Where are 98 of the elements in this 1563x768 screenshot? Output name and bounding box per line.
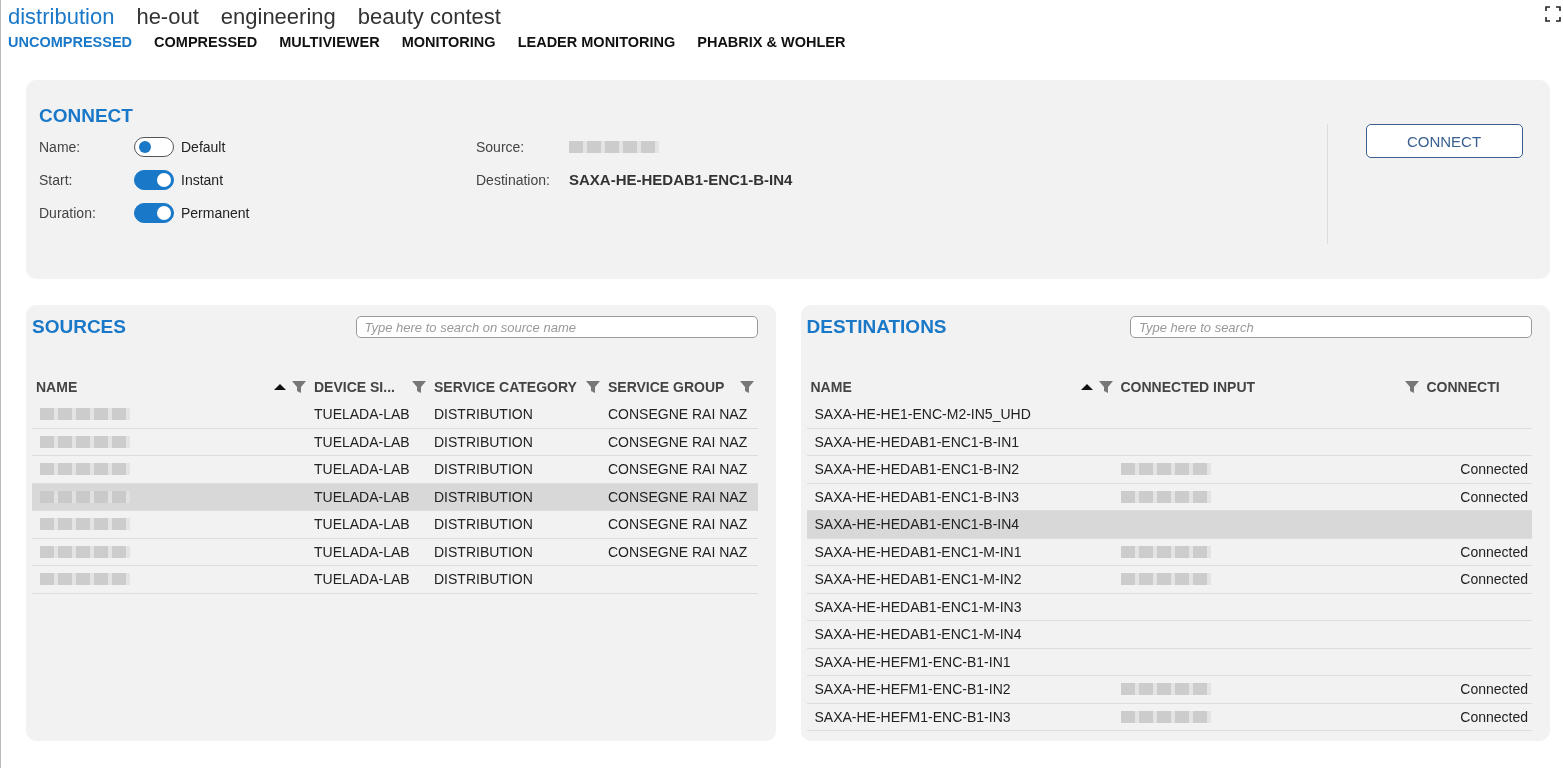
field-label: Name: xyxy=(39,138,82,155)
filter-icon[interactable] xyxy=(292,380,306,394)
section-title: DESTINATIONS xyxy=(806,316,947,338)
table-cell: CONSEGNE RAI NAZ xyxy=(608,461,748,478)
table-row[interactable]: SAXA-HE-HEDAB1-ENC1-B-IN4 xyxy=(806,511,1532,539)
fullscreen-icon[interactable] xyxy=(1545,6,1561,22)
toggle-label: Default xyxy=(181,138,226,155)
section-title: SOURCES xyxy=(32,316,126,338)
sub-tab[interactable]: PHABRIX & WOHLER xyxy=(697,34,846,50)
table-cell: Connected xyxy=(1460,571,1528,588)
table-cell: SAXA-HE-HEDAB1-ENC1-B-IN4 xyxy=(814,516,1020,533)
table-row[interactable]: SAXA-HE-HEFM1-ENC-B1-IN1 xyxy=(806,648,1532,676)
table-cell: SAXA-HE-HEDAB1-ENC1-B-IN3 xyxy=(814,488,1020,505)
filter-icon[interactable] xyxy=(412,380,426,394)
table-cell: SAXA-HE-HE1-ENC-M2-IN5_UHD xyxy=(814,406,1031,423)
filter-icon[interactable] xyxy=(1404,380,1419,394)
toggle-label: Instant xyxy=(181,171,224,188)
table-cell: TUELADA-LAB xyxy=(314,488,410,505)
filter-icon[interactable] xyxy=(586,380,600,394)
table-row[interactable]: SAXA-HE-HEDAB1-ENC1-M-IN4 xyxy=(806,621,1532,649)
table-cell: DISTRIBUTION xyxy=(434,406,533,423)
table-row[interactable]: TUELADA-LAB DISTRIBUTION CONSEGNE RAI NAZ xyxy=(32,428,758,456)
table-cell: DISTRIBUTION xyxy=(434,571,533,588)
table-row[interactable]: SAXA-HE-HEDAB1-ENC1-B-IN2 Connected xyxy=(806,456,1532,484)
table-cell: TUELADA-LAB xyxy=(314,461,410,478)
table-row[interactable]: TUELADA-LAB DISTRIBUTION xyxy=(32,566,758,594)
top-tab[interactable]: he-out xyxy=(136,4,199,30)
table-cell: TUELADA-LAB xyxy=(314,433,410,450)
column-header[interactable]: SERVICE GROUP xyxy=(608,379,725,395)
sub-tab[interactable]: LEADER MONITORING xyxy=(517,34,676,50)
table-row[interactable]: SAXA-HE-HEDAB1-ENC1-B-IN1 xyxy=(806,428,1532,456)
table-cell: SAXA-HE-HEDAB1-ENC1-M-IN3 xyxy=(814,598,1022,615)
sub-tab[interactable]: UNCOMPRESSED xyxy=(8,34,133,50)
table-cell: SAXA-HE-HEDAB1-ENC1-M-IN2 xyxy=(814,571,1022,588)
filter-icon[interactable] xyxy=(1098,380,1113,394)
column-header[interactable]: DEVICE SI... xyxy=(314,379,395,395)
search-field[interactable]: Type here to search on source name xyxy=(355,316,758,338)
table-cell: SAXA-HE-HEDAB1-ENC1-B-IN1 xyxy=(814,433,1020,450)
column-header[interactable]: NAME xyxy=(810,379,852,395)
field-label: Start: xyxy=(39,171,74,188)
column-header[interactable]: NAME xyxy=(36,379,78,395)
table-cell: Connected xyxy=(1460,681,1528,698)
table-row[interactable]: TUELADA-LAB DISTRIBUTION CONSEGNE RAI NAZ xyxy=(32,456,758,484)
table-row[interactable]: SAXA-HE-HEFM1-ENC-B1-IN3 Connected xyxy=(806,703,1532,731)
toggle-switch[interactable] xyxy=(134,136,174,157)
field-label: Source: xyxy=(476,138,526,155)
table-cell: CONSEGNE RAI NAZ xyxy=(608,543,748,560)
table-row[interactable]: SAXA-HE-HE1-ENC-M2-IN5_UHD xyxy=(806,401,1532,429)
search-field[interactable]: Type here to search xyxy=(1130,316,1532,338)
connect-button[interactable]: CONNECT xyxy=(1365,124,1523,158)
table-cell: SAXA-HE-HEDAB1-ENC1-M-IN4 xyxy=(814,626,1022,643)
table-cell: SAXA-HE-HEDAB1-ENC1-M-IN1 xyxy=(814,543,1022,560)
toggle-label: Permanent xyxy=(181,204,250,221)
table-cell: Connected xyxy=(1460,543,1528,560)
table-cell: TUELADA-LAB xyxy=(314,516,410,533)
table-cell: CONSEGNE RAI NAZ xyxy=(608,433,748,450)
top-tab[interactable]: engineering xyxy=(220,4,336,30)
column-header[interactable]: SERVICE CATEGORY xyxy=(434,379,577,395)
table-row[interactable]: TUELADA-LAB DISTRIBUTION CONSEGNE RAI NAZ xyxy=(32,511,758,539)
table-cell: TUELADA-LAB xyxy=(314,543,410,560)
destination-value: SAXA-HE-HEDAB1-ENC1-B-IN4 xyxy=(569,171,793,188)
table-cell: TUELADA-LAB xyxy=(314,571,410,588)
table-row[interactable]: SAXA-HE-HEFM1-ENC-B1-IN2 Connected xyxy=(806,676,1532,704)
table-cell: DISTRIBUTION xyxy=(434,516,533,533)
table-cell: SAXA-HE-HEFM1-ENC-B1-IN1 xyxy=(814,653,1011,670)
table-cell: SAXA-HE-HEFM1-ENC-B1-IN2 xyxy=(814,681,1011,698)
sub-tab[interactable]: MONITORING xyxy=(401,34,496,50)
table-cell: DISTRIBUTION xyxy=(434,433,533,450)
sub-tab[interactable]: MULTIVIEWER xyxy=(279,34,380,50)
field-label: Duration: xyxy=(39,204,97,221)
table-cell: CONSEGNE RAI NAZ xyxy=(608,516,748,533)
section-title: CONNECT xyxy=(39,105,134,127)
table-cell: Connected xyxy=(1460,708,1528,725)
top-tab[interactable]: beauty contest xyxy=(357,4,501,30)
toggle-switch[interactable] xyxy=(134,202,174,223)
table-row[interactable]: TUELADA-LAB DISTRIBUTION CONSEGNE RAI NAZ xyxy=(32,483,758,511)
table-cell: Connected xyxy=(1460,461,1528,478)
column-header[interactable]: CONNECTI xyxy=(1426,379,1500,395)
table-cell: CONSEGNE RAI NAZ xyxy=(608,406,748,423)
table-row[interactable]: TUELADA-LAB DISTRIBUTION CONSEGNE RAI NAZ xyxy=(32,401,758,429)
top-tab[interactable]: distribution xyxy=(8,4,115,30)
sub-tab[interactable]: COMPRESSED xyxy=(154,34,258,50)
table-row[interactable]: TUELADA-LAB DISTRIBUTION CONSEGNE RAI NAZ xyxy=(32,538,758,566)
table-row[interactable]: SAXA-HE-HEDAB1-ENC1-M-IN3 xyxy=(806,593,1532,621)
toggle-switch[interactable] xyxy=(134,169,174,190)
table-cell: TUELADA-LAB xyxy=(314,406,410,423)
table-row[interactable]: SAXA-HE-HEDAB1-ENC1-M-IN2 Connected xyxy=(806,566,1532,594)
table-cell: DISTRIBUTION xyxy=(434,488,533,505)
field-label: Destination: xyxy=(476,171,551,188)
table-row[interactable]: SAXA-HE-HEDAB1-ENC1-M-IN1 Connected xyxy=(806,538,1532,566)
column-header[interactable]: CONNECTED INPUT xyxy=(1120,379,1256,395)
table-cell: Connected xyxy=(1460,488,1528,505)
table-cell: DISTRIBUTION xyxy=(434,543,533,560)
table-cell: SAXA-HE-HEDAB1-ENC1-B-IN2 xyxy=(814,461,1020,478)
table-cell: CONSEGNE RAI NAZ xyxy=(608,488,748,505)
table-cell: DISTRIBUTION xyxy=(434,461,533,478)
table-cell: SAXA-HE-HEFM1-ENC-B1-IN3 xyxy=(814,708,1011,725)
filter-icon[interactable] xyxy=(739,380,754,394)
